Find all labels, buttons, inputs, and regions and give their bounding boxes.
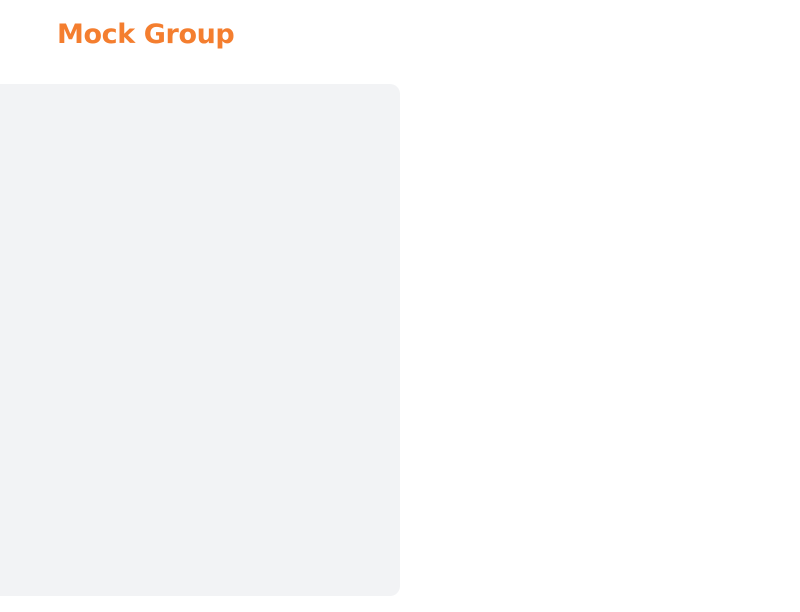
content-panel (0, 84, 400, 596)
header: Mock Group (0, 0, 800, 72)
brand-title[interactable]: Mock Group (57, 18, 235, 52)
page: Mock Group (0, 0, 800, 612)
